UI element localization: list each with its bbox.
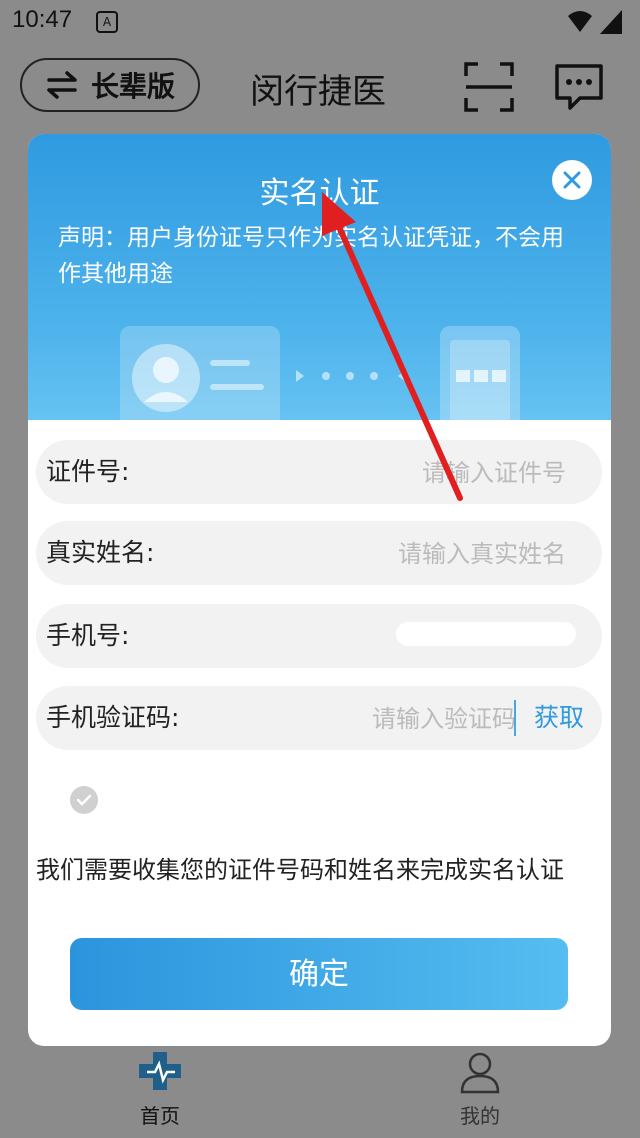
nav-home[interactable]: 首页 — [100, 1050, 220, 1129]
nav-mine[interactable]: 我的 — [420, 1050, 540, 1129]
notification-icon: A — [96, 11, 118, 33]
phone-label: 手机号: — [46, 621, 130, 650]
elder-mode-label: 长辈版 — [90, 70, 175, 103]
elder-mode-button[interactable]: 长辈版 — [20, 58, 200, 112]
close-button[interactable] — [552, 160, 592, 200]
message-button[interactable] — [554, 62, 604, 112]
sms-code-field[interactable]: 手机验证码: 获取 — [36, 686, 602, 750]
real-name-input[interactable] — [324, 535, 568, 573]
real-name-label: 真实姓名: — [46, 538, 155, 567]
phone-value-redacted — [396, 622, 576, 646]
scan-button[interactable] — [464, 62, 514, 112]
app-header: 长辈版 闵行捷医 — [0, 48, 640, 128]
confirm-button[interactable]: 确定 — [70, 938, 568, 1010]
agree-checkbox[interactable] — [70, 786, 98, 814]
medical-cross-icon — [139, 1052, 181, 1090]
get-code-button[interactable]: 获取 — [534, 686, 584, 750]
id-number-label: 证件号: — [46, 457, 130, 486]
dialog-header: 实名认证 声明：用户身份证号只作为实名认证凭证，不会用作其他用途 — [28, 134, 611, 420]
check-icon — [76, 794, 92, 806]
status-time: 10:47 — [12, 6, 73, 33]
nav-mine-label: 我的 — [460, 1104, 500, 1128]
consent-text: 我们需要收集您的证件号码和姓名来完成实名认证 — [36, 856, 564, 884]
sms-code-input[interactable] — [314, 700, 518, 738]
close-icon — [563, 171, 581, 189]
sms-code-label: 手机验证码: — [46, 703, 180, 732]
status-bar: 10:47 A — [0, 0, 640, 44]
privacy-notice: 声明：用户身份证号只作为实名认证凭证，不会用作其他用途 — [58, 225, 564, 287]
app-title: 闵行捷医 — [250, 72, 386, 112]
divider — [514, 700, 516, 736]
swap-icon — [47, 71, 77, 99]
real-name-field[interactable]: 真实姓名: — [36, 521, 602, 585]
real-name-auth-dialog: 实名认证 声明：用户身份证号只作为实名认证凭证，不会用作其他用途 证件号: 请输… — [28, 134, 611, 1046]
status-icons — [566, 8, 626, 40]
scan-icon — [464, 62, 514, 112]
nav-home-label: 首页 — [140, 1104, 180, 1128]
dialog-title: 实名认证 — [259, 176, 380, 211]
wifi-battery-icon — [568, 10, 622, 34]
id-number-input[interactable] — [324, 454, 568, 492]
phone-field[interactable]: 手机号: — [36, 604, 602, 668]
bottom-nav: 首页 我的 — [0, 1046, 640, 1138]
message-icon — [555, 64, 603, 110]
user-icon — [460, 1052, 500, 1094]
id-card-illustration — [120, 326, 520, 420]
id-number-field[interactable]: 证件号: — [36, 440, 602, 504]
